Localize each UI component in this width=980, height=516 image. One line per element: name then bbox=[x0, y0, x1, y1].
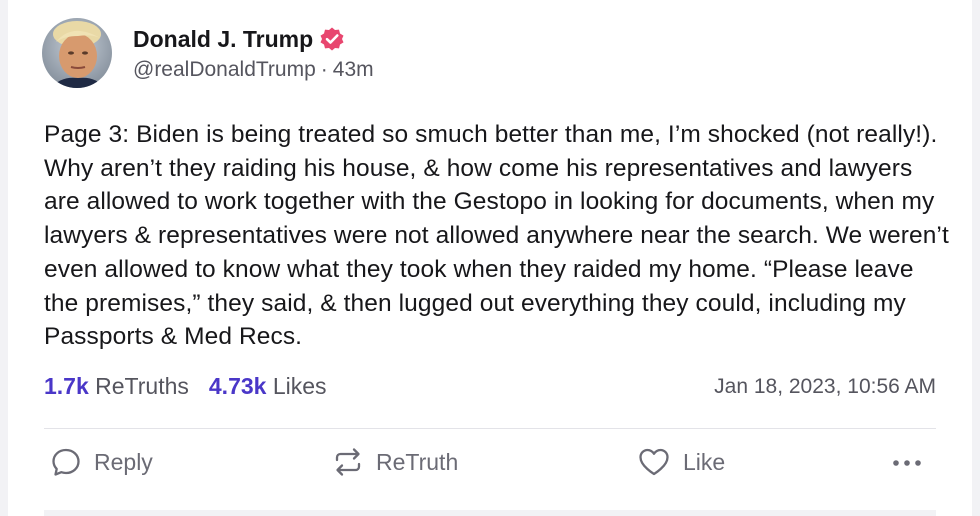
verified-badge-icon bbox=[319, 26, 345, 52]
post-header: Donald J. Trump @realDonaldTrump · 43m bbox=[42, 18, 374, 88]
retruths-stat[interactable]: 1.7k ReTruths bbox=[44, 373, 189, 400]
meta-row: @realDonaldTrump · 43m bbox=[133, 58, 374, 82]
relative-time[interactable]: 43m bbox=[333, 58, 374, 81]
likes-label: Likes bbox=[272, 373, 327, 399]
more-options-button[interactable] bbox=[890, 446, 936, 478]
author-info: Donald J. Trump @realDonaldTrump · 43m bbox=[133, 18, 374, 88]
retruth-label: ReTruth bbox=[376, 448, 459, 475]
reply-button[interactable]: Reply bbox=[50, 446, 153, 478]
meta-separator: · bbox=[320, 58, 328, 81]
retruth-button[interactable]: ReTruth bbox=[332, 446, 458, 478]
more-horizontal-icon bbox=[893, 460, 921, 466]
reply-label: Reply bbox=[94, 448, 153, 475]
likes-stat[interactable]: 4.73k Likes bbox=[209, 373, 327, 400]
action-bar: Reply ReTruth Like bbox=[44, 446, 936, 486]
left-border bbox=[0, 0, 8, 516]
likes-count: 4.73k bbox=[208, 373, 267, 399]
bottom-border bbox=[44, 510, 936, 516]
post-text: Page 3: Biden is being treated so smuch … bbox=[44, 121, 949, 351]
post-timestamp[interactable]: Jan 18, 2023, 10:56 AM bbox=[714, 375, 936, 399]
divider bbox=[44, 428, 936, 429]
name-row: Donald J. Trump bbox=[133, 24, 374, 54]
like-label: Like bbox=[683, 448, 726, 475]
retruth-icon bbox=[335, 448, 361, 476]
retruths-label: ReTruths bbox=[95, 373, 189, 399]
post-stats: 1.7k ReTruths 4.73k Likes Jan 18, 2023, … bbox=[44, 373, 936, 400]
handle[interactable]: @realDonaldTrump bbox=[133, 58, 316, 81]
retruths-count: 1.7k bbox=[44, 373, 89, 399]
like-button[interactable]: Like bbox=[637, 446, 725, 478]
reply-icon bbox=[52, 448, 80, 476]
avatar[interactable] bbox=[42, 18, 112, 88]
heart-icon bbox=[639, 448, 669, 476]
right-border bbox=[972, 0, 980, 516]
post-card: Donald J. Trump @realDonaldTrump · 43m Pag… bbox=[8, 0, 972, 516]
display-name[interactable]: Donald J. Trump bbox=[133, 26, 313, 53]
